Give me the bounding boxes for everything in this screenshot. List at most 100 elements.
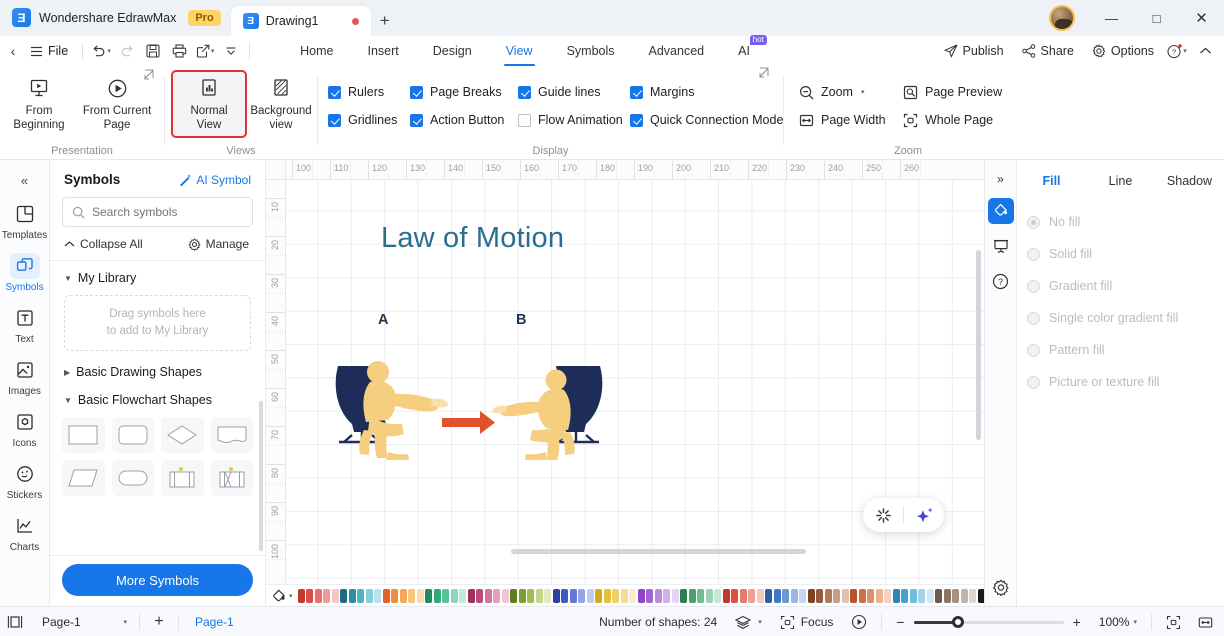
swatch[interactable]: [892, 588, 900, 603]
swatch[interactable]: [340, 588, 348, 603]
swatch[interactable]: [595, 588, 603, 603]
expand-panel-button[interactable]: »: [988, 166, 1014, 192]
swatch[interactable]: [450, 588, 458, 603]
swatch[interactable]: [697, 588, 705, 603]
swatch[interactable]: [722, 588, 730, 603]
swatch[interactable]: [756, 588, 764, 603]
settings-gear-icon[interactable]: [992, 579, 1009, 596]
presentation-icon[interactable]: [988, 233, 1014, 259]
swatch[interactable]: [501, 588, 509, 603]
tab-home[interactable]: Home: [283, 36, 350, 66]
swatch[interactable]: [671, 588, 679, 603]
swatch[interactable]: [926, 588, 934, 603]
zoom-slider-track[interactable]: [913, 616, 1064, 628]
swatch[interactable]: [714, 588, 722, 603]
swatch[interactable]: [960, 588, 968, 603]
sidebar-item-icons[interactable]: Icons: [0, 402, 49, 454]
swatch[interactable]: [527, 588, 535, 603]
tab-shadow[interactable]: Shadow: [1155, 174, 1224, 188]
document-tab-drawing1[interactable]: Ǝ Drawing1: [230, 6, 371, 36]
swatch[interactable]: [331, 588, 339, 603]
page-layout-icon[interactable]: [0, 607, 30, 636]
canvas-label-a[interactable]: A: [378, 312, 388, 328]
swatch[interactable]: [408, 588, 416, 603]
shape-internal-storage[interactable]: [210, 460, 253, 496]
swatch[interactable]: [943, 588, 951, 603]
shape-rectangle[interactable]: [62, 417, 105, 453]
ai-assist-icon[interactable]: [863, 498, 903, 532]
minimize-button[interactable]: —: [1089, 0, 1134, 36]
export-button[interactable]: ▾: [192, 36, 218, 66]
new-tab-button[interactable]: +: [371, 6, 399, 36]
swatch[interactable]: [858, 588, 866, 603]
radio-single-color-gradient-fill[interactable]: Single color gradient fill: [1027, 302, 1224, 334]
focus-button[interactable]: Focus: [772, 615, 842, 630]
close-button[interactable]: ✕: [1179, 0, 1224, 36]
tab-ai[interactable]: AI hot: [721, 35, 767, 66]
tab-symbols[interactable]: Symbols: [550, 36, 632, 66]
swatch[interactable]: [314, 588, 322, 603]
shape-rounded-rectangle[interactable]: [111, 417, 154, 453]
swatch[interactable]: [765, 588, 773, 603]
tab-advanced[interactable]: Advanced: [632, 36, 722, 66]
swatch[interactable]: [561, 588, 569, 603]
page-select[interactable]: Page-1 ▾: [30, 615, 135, 629]
from-current-page-button[interactable]: From Current Page: [78, 72, 156, 133]
section-header-basic-flowchart-shapes[interactable]: ▼ Basic Flowchart Shapes: [64, 393, 251, 407]
section-my-library[interactable]: ▼ My Library Drag symbols here to add to…: [50, 261, 265, 351]
checkbox-flow-animation[interactable]: Flow Animation: [518, 113, 630, 127]
checkbox-action-button[interactable]: Action Button: [410, 113, 518, 127]
swatch[interactable]: [646, 588, 654, 603]
file-menu-button[interactable]: File: [26, 44, 77, 58]
section-header-basic-drawing-shapes[interactable]: ▶ Basic Drawing Shapes: [64, 365, 251, 379]
swatch[interactable]: [841, 588, 849, 603]
collapse-all-button[interactable]: Collapse All: [64, 237, 143, 251]
swatch[interactable]: [399, 588, 407, 603]
swatch[interactable]: [901, 588, 909, 603]
swatch[interactable]: [705, 588, 713, 603]
symbols-panel-scrollbar[interactable]: [259, 401, 263, 551]
shape-stadium[interactable]: [111, 460, 154, 496]
swatch[interactable]: [875, 588, 883, 603]
maximize-button[interactable]: □: [1134, 0, 1179, 36]
swatch[interactable]: [510, 588, 518, 603]
symbols-panel-scroll[interactable]: ▼ My Library Drag symbols here to add to…: [50, 261, 265, 555]
swatch[interactable]: [357, 588, 365, 603]
swatch[interactable]: [493, 588, 501, 603]
undo-button[interactable]: ▾: [88, 36, 114, 66]
collapse-panel-button[interactable]: «: [0, 166, 49, 194]
swatch[interactable]: [629, 588, 637, 603]
add-page-button[interactable]: +: [144, 607, 174, 636]
swatch[interactable]: [824, 588, 832, 603]
section-header-my-library[interactable]: ▼ My Library: [64, 271, 251, 285]
swatch[interactable]: [433, 588, 441, 603]
radio-no-fill[interactable]: No fill: [1027, 206, 1224, 238]
options-button[interactable]: Options: [1084, 36, 1162, 66]
fit-width-button[interactable]: [1190, 607, 1220, 636]
swatch[interactable]: [663, 588, 671, 603]
my-library-drop-area[interactable]: Drag symbols here to add to My Library: [64, 295, 251, 351]
swatch[interactable]: [348, 588, 356, 603]
canvas-vertical-scrollbar[interactable]: [976, 250, 981, 440]
ai-sparkle-icon[interactable]: [904, 498, 944, 532]
sidebar-item-templates[interactable]: Templates: [0, 194, 49, 246]
back-button[interactable]: ‹: [0, 36, 26, 66]
swatch[interactable]: [569, 588, 577, 603]
swatch[interactable]: [782, 588, 790, 603]
swatch[interactable]: [748, 588, 756, 603]
swatch[interactable]: [306, 588, 314, 603]
more-symbols-button[interactable]: More Symbols: [62, 564, 253, 596]
swatch[interactable]: [833, 588, 841, 603]
swatch[interactable]: [391, 588, 399, 603]
presentation-dialog-launcher[interactable]: [142, 67, 156, 81]
zoom-level-select[interactable]: 100% ▾: [1091, 615, 1145, 629]
swatch[interactable]: [612, 588, 620, 603]
section-basic-flowchart-shapes[interactable]: ▼ Basic Flowchart Shapes: [50, 379, 265, 407]
canvas-horizontal-scrollbar[interactable]: [511, 549, 806, 554]
search-input[interactable]: [92, 205, 243, 219]
swatch[interactable]: [578, 588, 586, 603]
checkbox-guide-lines[interactable]: Guide lines: [518, 85, 630, 99]
swatch[interactable]: [535, 588, 543, 603]
swatch[interactable]: [603, 588, 611, 603]
redo-button[interactable]: [114, 36, 140, 66]
